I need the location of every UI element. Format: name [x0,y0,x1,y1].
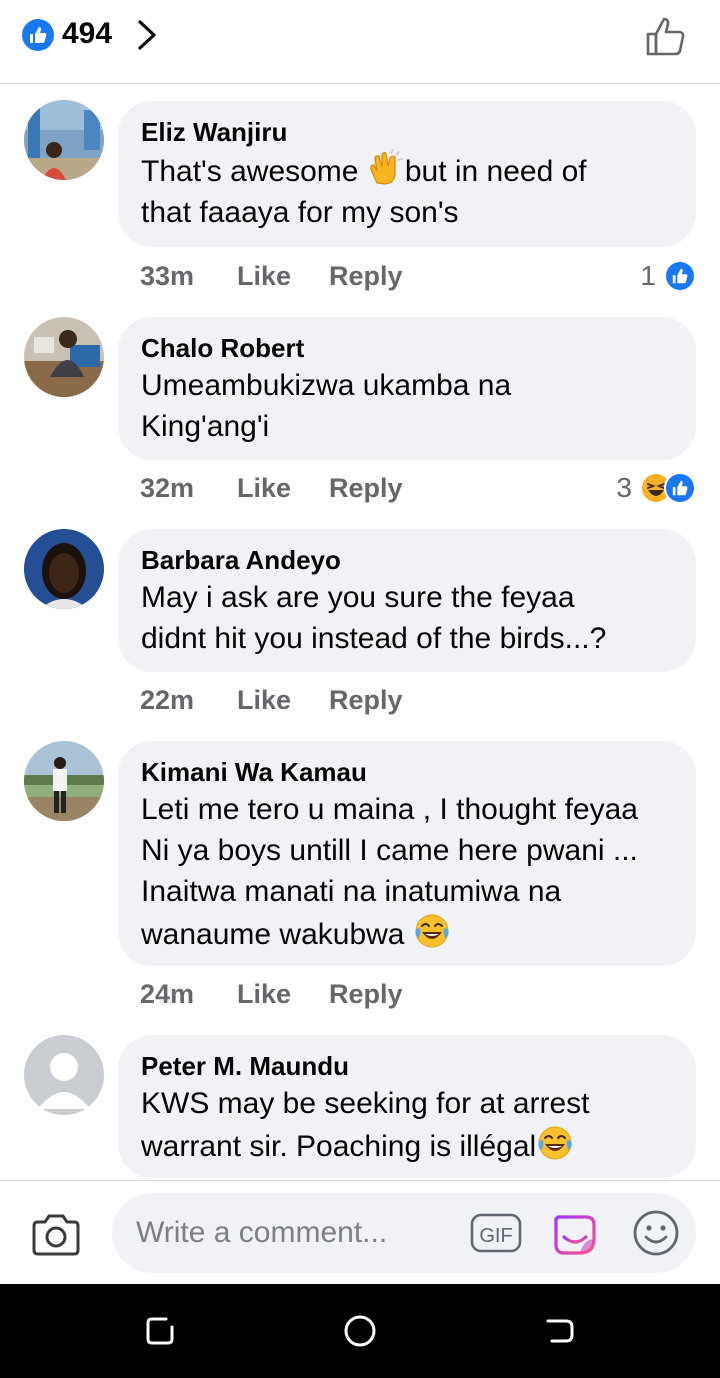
tears-of-joy-emoji [538,1126,572,1160]
comment-author[interactable]: Chalo Robert [141,331,672,365]
gif-label: GIF [479,1225,512,1247]
system-navigation-bar [0,1284,720,1378]
comment-time[interactable]: 24m [140,979,237,1010]
clapping-hands-emoji [370,149,403,185]
tears-of-joy-emoji [415,914,449,948]
reply-button[interactable]: Reply [329,261,403,292]
avatar[interactable] [24,741,104,821]
like-icon [664,472,696,504]
reaction-count: 494 [62,17,113,50]
comment-input[interactable] [136,1213,456,1253]
like-button[interactable]: Like [237,685,329,716]
like-icon [664,260,696,292]
comment-bubble[interactable]: Chalo Robert Umeambukizwa ukamba na King… [118,317,696,460]
comment-actions: 22m Like Reply [140,680,403,720]
back-icon[interactable] [542,1313,578,1349]
camera-icon[interactable] [30,1212,82,1258]
home-icon[interactable] [342,1313,378,1349]
avatar[interactable] [24,317,104,397]
like-button[interactable]: Like [237,261,329,292]
comment-reactions[interactable]: 1 [640,256,696,296]
comment-time[interactable]: 33m [140,261,237,292]
comment-actions: 24m Like Reply [140,974,403,1014]
reaction-count: 3 [616,472,632,503]
reply-button[interactable]: Reply [329,979,403,1010]
comment-author[interactable]: Kimani Wa Kamau [141,755,672,789]
comment-author[interactable]: Barbara Andeyo [141,543,672,577]
comment-composer: GIF [0,1180,720,1284]
comment-reactions[interactable]: 3 [616,468,696,508]
like-icon [22,19,54,51]
avatar[interactable] [24,1035,104,1115]
comment-bubble[interactable]: Barbara Andeyo May i ask are you sure th… [118,529,696,672]
comment-text: Umeambukizwa ukamba na King'ang'i [141,369,512,443]
comment-text: That's awesome but in need of that faaay… [141,149,672,233]
avatar[interactable] [24,100,104,180]
comment-time[interactable]: 22m [140,685,237,716]
comment-text: KWS may be seeking for at arrest warrant… [141,1087,590,1163]
comment-author[interactable]: Peter M. Maundu [141,1049,672,1083]
gif-icon[interactable]: GIF [470,1211,522,1255]
reaction-count: 1 [640,260,656,291]
comment-author[interactable]: Eliz Wanjiru [141,115,672,149]
reply-button[interactable]: Reply [329,685,403,716]
comment-text: Leti me tero u maina , I thought feyaa N… [141,793,638,951]
reply-button[interactable]: Reply [329,473,403,504]
emoji-icon[interactable] [630,1207,682,1259]
comment-input-container[interactable]: GIF [112,1193,696,1273]
comment-text: May i ask are you sure the feyaa didnt h… [141,581,607,655]
thumbs-up-outline-icon[interactable] [644,14,690,58]
like-button[interactable]: Like [237,979,329,1010]
like-button[interactable]: Like [237,473,329,504]
recent-apps-icon[interactable] [142,1313,178,1349]
comment-bubble[interactable]: Kimani Wa Kamau Leti me tero u maina , I… [118,741,696,966]
sticker-icon[interactable] [550,1207,600,1259]
comment-actions: 33m Like Reply [140,256,403,296]
avatar[interactable] [24,529,104,609]
comment-bubble[interactable]: Eliz Wanjiru That's awesome but in need … [118,101,696,247]
chevron-right-icon[interactable] [134,17,160,53]
reactions-summary-bar[interactable]: 494 [0,0,720,84]
comment-time[interactable]: 32m [140,473,237,504]
comment-bubble[interactable]: Peter M. Maundu KWS may be seeking for a… [118,1035,696,1178]
comment-actions: 32m Like Reply [140,468,403,508]
